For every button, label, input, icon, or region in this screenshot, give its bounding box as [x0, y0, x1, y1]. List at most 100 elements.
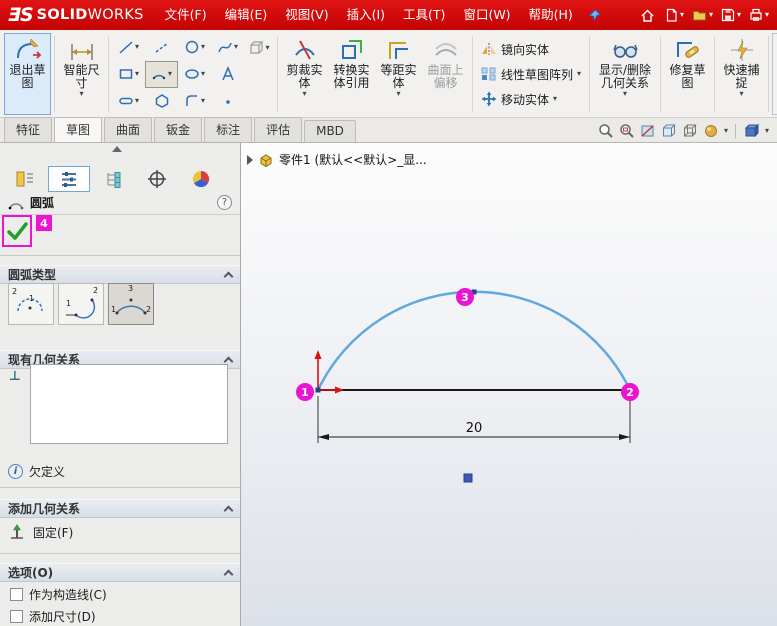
tab-surfaces[interactable]: 曲面 [104, 117, 153, 142]
hud-dropdown-icon[interactable]: ▾ [765, 127, 769, 135]
new-document-button[interactable]: ▾ [661, 5, 686, 25]
panel-collapse-icon[interactable] [112, 146, 122, 152]
tab-mbd[interactable]: MBD [304, 120, 356, 142]
construction-line-checkbox[interactable] [10, 588, 23, 601]
fillet-tool-button[interactable]: ▾ [178, 88, 211, 115]
arc-start-vertex[interactable] [315, 387, 321, 393]
save-button[interactable]: ▾ [718, 5, 743, 25]
dimxpert-manager-tab[interactable] [136, 166, 178, 192]
dropdown-icon[interactable]: ▾ [680, 11, 684, 19]
dropdown-icon[interactable]: ▾ [553, 95, 557, 103]
tab-evaluate[interactable]: 评估 [254, 117, 303, 142]
add-dimension-checkbox[interactable] [10, 610, 23, 623]
tab-markup[interactable]: 标注 [204, 117, 253, 142]
print-button[interactable]: ▾ [746, 5, 771, 25]
trim-entities-button[interactable]: 剪裁实体 ▾ [281, 33, 328, 115]
hud-dropdown-icon[interactable]: ▾ [724, 127, 728, 135]
smart-dimension-button[interactable]: 智能尺寸 ▾ [58, 33, 105, 115]
options-section-header[interactable]: 选项(O) [0, 563, 240, 582]
point-tool-button[interactable] [211, 88, 244, 115]
dropdown-icon[interactable]: ▾ [577, 70, 581, 78]
dimension-value[interactable]: 20 [466, 421, 483, 436]
convert-entities-button[interactable]: 转换实体引用 [328, 33, 375, 115]
menu-tools[interactable]: 工具(T) [394, 0, 454, 30]
appearance-button[interactable] [703, 123, 719, 139]
exit-sketch-button[interactable]: 退出草图 [4, 33, 51, 115]
magnified-selection-button[interactable] [772, 33, 777, 115]
property-manager-tab[interactable] [48, 166, 90, 192]
dropdown-icon[interactable]: ▾ [765, 11, 769, 19]
dropdown-icon[interactable]: ▾ [135, 70, 139, 78]
3d-sketch-button[interactable]: ▾ [244, 39, 274, 57]
open-button[interactable]: ▾ [689, 5, 715, 25]
dropdown-icon[interactable]: ▾ [740, 90, 744, 98]
dropdown-icon[interactable]: ▾ [737, 11, 741, 19]
mirror-entities-button[interactable]: 镜向实体 [478, 37, 584, 61]
tab-features[interactable]: 特征 [4, 117, 53, 142]
add-relations-section-header[interactable]: 添加几何关系 [0, 499, 240, 518]
centerline-tool-button[interactable] [145, 34, 178, 61]
dropdown-icon[interactable]: ▾ [79, 90, 83, 98]
offset-entities-button[interactable]: 等距实体 ▾ [375, 33, 422, 115]
sketch-arc[interactable] [316, 290, 632, 391]
linear-sketch-pattern-button[interactable]: 线性草图阵列 ▾ [478, 62, 584, 86]
menu-insert[interactable]: 插入(I) [338, 0, 394, 30]
ok-check-icon[interactable] [5, 219, 29, 243]
quick-snaps-button[interactable]: 快速捕捉 ▾ [718, 33, 765, 115]
tab-sheet-metal[interactable]: 钣金 [154, 117, 203, 142]
arc-type-section-header[interactable]: 圆弧类型 [0, 265, 240, 284]
dropdown-icon[interactable]: ▾ [709, 11, 713, 19]
surface-offset-button[interactable]: 曲面上偏移 [422, 33, 469, 115]
help-icon[interactable]: ? [217, 195, 232, 210]
move-entities-button[interactable]: 移动实体 ▾ [478, 87, 584, 111]
tab-sketch[interactable]: 草图 [54, 117, 103, 142]
dropdown-icon[interactable]: ▾ [623, 90, 627, 98]
pin-menu-icon[interactable] [584, 8, 606, 23]
dropdown-icon[interactable]: ▾ [265, 44, 269, 52]
three-point-arc-button[interactable]: 1 2 3 [108, 283, 154, 325]
dropdown-icon[interactable]: ▾ [234, 43, 238, 51]
dropdown-icon[interactable]: ▾ [135, 97, 139, 105]
configuration-manager-tab[interactable] [92, 166, 134, 192]
dropdown-icon[interactable]: ▾ [396, 90, 400, 98]
repair-sketch-button[interactable]: 修复草图 [664, 33, 711, 115]
dropdown-icon[interactable]: ▾ [168, 70, 172, 78]
menu-edit[interactable]: 编辑(E) [216, 0, 277, 30]
section-view-button[interactable] [640, 123, 656, 139]
view-cube-button[interactable] [743, 123, 760, 139]
flyout-tree-expander-icon[interactable] [247, 154, 253, 165]
spline-tool-button[interactable]: ▾ [211, 34, 244, 61]
sketch-point-handle[interactable] [463, 473, 473, 483]
dropdown-icon[interactable]: ▾ [201, 43, 205, 51]
centerpoint-arc-button[interactable]: 1 2 [8, 283, 54, 325]
polygon-tool-button[interactable] [145, 88, 178, 115]
dropdown-icon[interactable]: ▾ [302, 90, 306, 98]
menu-view[interactable]: 视图(V) [276, 0, 337, 30]
display-manager-tab[interactable] [180, 166, 222, 192]
relations-listbox[interactable] [30, 364, 228, 444]
feature-manager-tab[interactable] [4, 166, 46, 192]
dropdown-icon[interactable]: ▾ [201, 97, 205, 105]
view-orientation-button[interactable] [661, 123, 677, 139]
rectangle-tool-button[interactable]: ▾ [112, 61, 145, 88]
tangent-arc-button[interactable]: 1 2 [58, 283, 104, 325]
ellipse-tool-button[interactable]: ▾ [178, 61, 211, 88]
menu-help[interactable]: 帮助(H) [520, 0, 582, 30]
sketch-canvas[interactable]: 20 [241, 143, 777, 626]
circle-tool-button[interactable]: ▾ [178, 34, 211, 61]
graphics-viewport[interactable]: 零件1 (默认<<默认>_显... 20 1 2 3 [241, 143, 777, 626]
zoom-area-button[interactable] [619, 123, 635, 139]
part-name[interactable]: 零件1 (默认<<默认>_显... [279, 151, 427, 168]
display-style-button[interactable] [682, 123, 698, 139]
fix-relation-button[interactable]: 固定(F) [8, 523, 73, 541]
dropdown-icon[interactable]: ▾ [135, 43, 139, 51]
home-button[interactable] [637, 5, 658, 25]
display-delete-relations-button[interactable]: 显示/删除几何关系 ▾ [593, 33, 657, 115]
dropdown-icon[interactable]: ▾ [201, 70, 205, 78]
zoom-fit-button[interactable] [598, 123, 614, 139]
menu-file[interactable]: 文件(F) [156, 0, 216, 30]
menu-window[interactable]: 窗口(W) [454, 0, 519, 30]
slot-tool-button[interactable]: ▾ [112, 88, 145, 115]
text-tool-button[interactable] [211, 61, 244, 88]
line-tool-button[interactable]: ▾ [112, 34, 145, 61]
